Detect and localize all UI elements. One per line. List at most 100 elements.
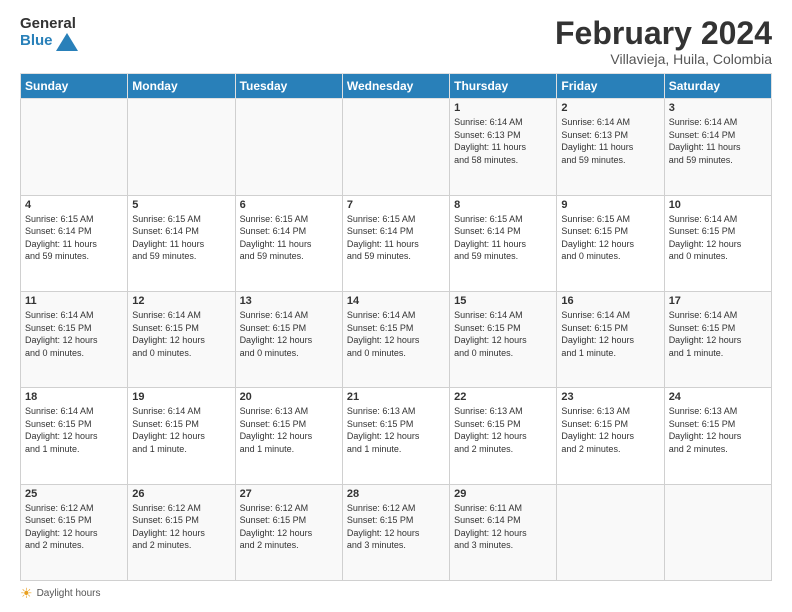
day-number: 23 [561, 391, 659, 403]
day-cell: 25 Sunrise: 6:12 AMSunset: 6:15 PMDayligh… [21, 484, 128, 580]
day-cell: 1 Sunrise: 6:14 AMSunset: 6:13 PMDaylight… [450, 99, 557, 195]
col-monday: Monday [128, 74, 235, 99]
day-cell: 23 Sunrise: 6:13 AMSunset: 6:15 PMDayligh… [557, 388, 664, 484]
day-cell: 12Sunrise: 6:14 AMSunset: 6:15 PMDayligh… [128, 291, 235, 387]
day-cell: 24 Sunrise: 6:13 AMSunset: 6:15 PMDayligh… [664, 388, 771, 484]
main-title: February 2024 [555, 16, 772, 51]
day-info: Sunrise: 6:12 AMSunset: 6:15 PMDaylight:… [25, 502, 123, 552]
day-cell [342, 99, 449, 195]
footer: ☀ Daylight hours [20, 585, 772, 602]
day-info: Sunrise: 6:13 AMSunset: 6:15 PMDaylight:… [561, 405, 659, 455]
day-info: Sunrise: 6:12 AMSunset: 6:15 PMDaylight:… [240, 502, 338, 552]
day-cell: 9 Sunrise: 6:15 AMSunset: 6:15 PMDaylight… [557, 195, 664, 291]
day-cell: 3 Sunrise: 6:14 AMSunset: 6:14 PMDaylight… [664, 99, 771, 195]
day-info: Sunrise: 6:14 AMSunset: 6:14 PMDaylight:… [669, 116, 767, 166]
day-number: 22 [454, 391, 552, 403]
col-saturday: Saturday [664, 74, 771, 99]
week-row-4: 18 Sunrise: 6:14 AMSunset: 6:15 PMDayligh… [21, 388, 772, 484]
day-info: Sunrise: 6:14 AMSunset: 6:15 PMDaylight:… [25, 309, 123, 359]
day-number: 25 [25, 488, 123, 500]
day-info: Sunrise: 6:13 AMSunset: 6:15 PMDaylight:… [240, 405, 338, 455]
day-info: Sunrise: 6:12 AMSunset: 6:15 PMDaylight:… [132, 502, 230, 552]
day-cell [557, 484, 664, 580]
day-number: 28 [347, 488, 445, 500]
day-cell: 10Sunrise: 6:14 AMSunset: 6:15 PMDayligh… [664, 195, 771, 291]
day-info: Sunrise: 6:13 AMSunset: 6:15 PMDaylight:… [669, 405, 767, 455]
day-number: 15 [454, 295, 552, 307]
day-number: 20 [240, 391, 338, 403]
day-number: 27 [240, 488, 338, 500]
day-number: 13 [240, 295, 338, 307]
day-info: Sunrise: 6:14 AMSunset: 6:15 PMDaylight:… [669, 213, 767, 263]
day-info: Sunrise: 6:15 AMSunset: 6:15 PMDaylight:… [561, 213, 659, 263]
day-cell: 26 Sunrise: 6:12 AMSunset: 6:15 PMDayligh… [128, 484, 235, 580]
day-cell: 20 Sunrise: 6:13 AMSunset: 6:15 PMDayligh… [235, 388, 342, 484]
day-number: 26 [132, 488, 230, 500]
day-info: Sunrise: 6:14 AMSunset: 6:15 PMDaylight:… [25, 405, 123, 455]
subtitle: Villavieja, Huila, Colombia [555, 51, 772, 67]
daylight-label: Daylight hours [37, 588, 101, 599]
day-info: Sunrise: 6:15 AMSunset: 6:14 PMDaylight:… [132, 213, 230, 263]
day-number: 1 [454, 102, 552, 114]
day-info: Sunrise: 6:14 AMSunset: 6:15 PMDaylight:… [454, 309, 552, 359]
day-cell: 8 Sunrise: 6:15 AMSunset: 6:14 PMDaylight… [450, 195, 557, 291]
day-cell: 22 Sunrise: 6:13 AMSunset: 6:15 PMDayligh… [450, 388, 557, 484]
day-number: 8 [454, 199, 552, 211]
day-cell: 4Sunrise: 6:15 AMSunset: 6:14 PMDaylight… [21, 195, 128, 291]
day-cell: 28 Sunrise: 6:12 AMSunset: 6:15 PMDayligh… [342, 484, 449, 580]
day-number: 2 [561, 102, 659, 114]
day-number: 4 [25, 199, 123, 211]
day-cell: 7Sunrise: 6:15 AMSunset: 6:14 PMDaylight… [342, 195, 449, 291]
day-info: Sunrise: 6:14 AMSunset: 6:15 PMDaylight:… [132, 405, 230, 455]
day-cell [128, 99, 235, 195]
day-info: Sunrise: 6:13 AMSunset: 6:15 PMDaylight:… [347, 405, 445, 455]
day-cell: 17 Sunrise: 6:14 AMSunset: 6:15 PMDayligh… [664, 291, 771, 387]
day-number: 29 [454, 488, 552, 500]
week-row-3: 11Sunrise: 6:14 AMSunset: 6:15 PMDayligh… [21, 291, 772, 387]
day-cell: 15 Sunrise: 6:14 AMSunset: 6:15 PMDayligh… [450, 291, 557, 387]
day-info: Sunrise: 6:14 AMSunset: 6:15 PMDaylight:… [669, 309, 767, 359]
header: General Blue February 2024 Villavieja, H… [20, 16, 772, 67]
logo-general: General [20, 16, 76, 33]
col-sunday: Sunday [21, 74, 128, 99]
day-info: Sunrise: 6:12 AMSunset: 6:15 PMDaylight:… [347, 502, 445, 552]
col-thursday: Thursday [450, 74, 557, 99]
day-cell: 2 Sunrise: 6:14 AMSunset: 6:13 PMDaylight… [557, 99, 664, 195]
week-row-1: 1 Sunrise: 6:14 AMSunset: 6:13 PMDaylight… [21, 99, 772, 195]
day-info: Sunrise: 6:15 AMSunset: 6:14 PMDaylight:… [347, 213, 445, 263]
day-info: Sunrise: 6:14 AMSunset: 6:13 PMDaylight:… [561, 116, 659, 166]
day-cell: 14 Sunrise: 6:14 AMSunset: 6:15 PMDayligh… [342, 291, 449, 387]
day-number: 14 [347, 295, 445, 307]
col-tuesday: Tuesday [235, 74, 342, 99]
day-cell: 18 Sunrise: 6:14 AMSunset: 6:15 PMDayligh… [21, 388, 128, 484]
day-number: 12 [132, 295, 230, 307]
day-cell: 19 Sunrise: 6:14 AMSunset: 6:15 PMDayligh… [128, 388, 235, 484]
day-cell [235, 99, 342, 195]
day-number: 24 [669, 391, 767, 403]
logo-triangle-icon [56, 33, 78, 51]
week-row-2: 4 Sunrise: 6:15 AMSunset: 6:14 PMDaylight… [21, 195, 772, 291]
day-cell: 6Sunrise: 6:15 AMSunset: 6:14 PMDaylight… [235, 195, 342, 291]
day-cell: 29 Sunrise: 6:11 AMSunset: 6:14 PMDayligh… [450, 484, 557, 580]
day-number: 5 [132, 199, 230, 211]
day-info: Sunrise: 6:14 AMSunset: 6:15 PMDaylight:… [561, 309, 659, 359]
day-info: Sunrise: 6:13 AMSunset: 6:15 PMDaylight:… [454, 405, 552, 455]
day-number: 6 [240, 199, 338, 211]
day-info: Sunrise: 6:14 AMSunset: 6:15 PMDaylight:… [240, 309, 338, 359]
day-info: Sunrise: 6:11 AMSunset: 6:14 PMDaylight:… [454, 502, 552, 552]
day-info: Sunrise: 6:15 AMSunset: 6:14 PMDaylight:… [454, 213, 552, 263]
day-cell: 21Sunrise: 6:13 AMSunset: 6:15 PMDayligh… [342, 388, 449, 484]
day-cell: 27 Sunrise: 6:12 AMSunset: 6:15 PMDayligh… [235, 484, 342, 580]
day-info: Sunrise: 6:14 AMSunset: 6:13 PMDaylight:… [454, 116, 552, 166]
day-number: 18 [25, 391, 123, 403]
day-number: 3 [669, 102, 767, 114]
day-number: 9 [561, 199, 659, 211]
title-block: February 2024 Villavieja, Huila, Colombi… [555, 16, 772, 67]
day-number: 19 [132, 391, 230, 403]
day-number: 17 [669, 295, 767, 307]
day-cell: 16Sunrise: 6:14 AMSunset: 6:15 PMDayligh… [557, 291, 664, 387]
day-info: Sunrise: 6:14 AMSunset: 6:15 PMDaylight:… [347, 309, 445, 359]
logo-blue: Blue [20, 33, 53, 50]
calendar-table: Sunday Monday Tuesday Wednesday Thursday… [20, 73, 772, 581]
day-cell: 13 Sunrise: 6:14 AMSunset: 6:15 PMDayligh… [235, 291, 342, 387]
